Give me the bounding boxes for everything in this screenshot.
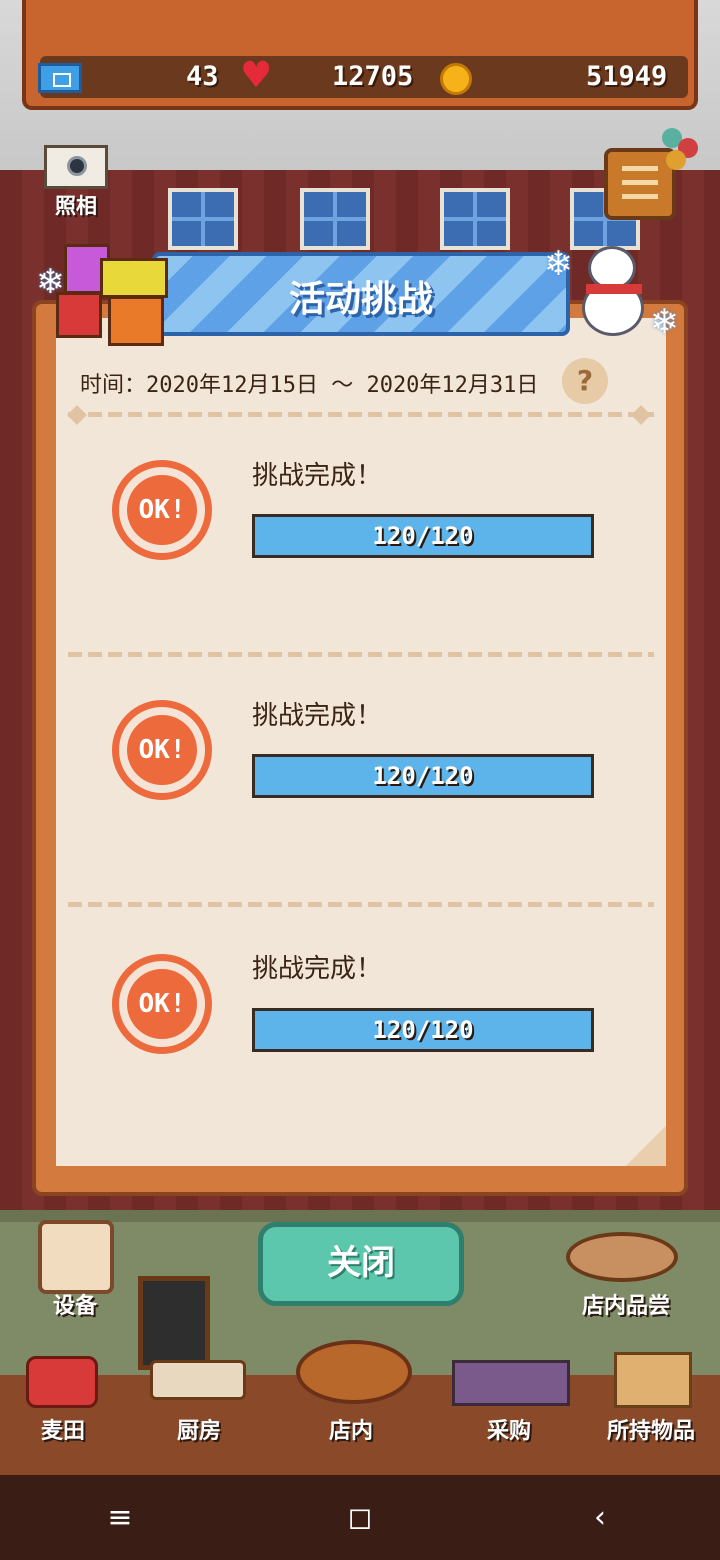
paper-corner-fold <box>626 1126 666 1166</box>
progress-text: 120/120 <box>372 762 474 790</box>
tab-kitchen[interactable]: 厨房 <box>144 1413 254 1445</box>
home-button[interactable]: ◻ <box>320 1500 400 1535</box>
box-icon[interactable] <box>614 1352 692 1408</box>
snowflake-icon: ❄ <box>36 262 65 302</box>
menu-line <box>622 166 658 171</box>
ticket-icon <box>38 63 82 93</box>
shop-window <box>168 188 238 250</box>
heart-count: 12705 <box>332 61 414 92</box>
help-button[interactable]: ? <box>562 358 608 404</box>
gift-box-icon <box>100 258 168 298</box>
system-navigation-bar: ≡ ◻ ‹ <box>0 1475 720 1560</box>
ok-stamp-icon: OK! <box>112 700 212 800</box>
ok-stamp-icon: OK! <box>112 954 212 1054</box>
coin-icon <box>440 63 472 95</box>
coin-count: 51949 <box>586 61 668 92</box>
tab-wheat-field[interactable]: 麦田 <box>8 1413 118 1445</box>
ok-stamp-text: OK! <box>127 475 197 545</box>
camera-button-label[interactable]: 照相 <box>40 190 112 220</box>
camera-icon[interactable] <box>44 145 108 189</box>
resource-hud <box>22 0 698 110</box>
balloons-icon <box>662 128 702 208</box>
tasting-plate-icon[interactable] <box>566 1232 678 1282</box>
close-button[interactable]: 关闭 <box>258 1222 464 1306</box>
snowflake-icon: ❄ <box>544 244 573 284</box>
kitchen-icon[interactable] <box>150 1360 246 1400</box>
menu-line <box>622 194 658 199</box>
event-period: 时间：2020年12月15日 ～ 2020年12月31日 <box>80 373 539 398</box>
snowman-scarf <box>586 284 642 294</box>
challenge-status: 挑战完成！ <box>252 954 383 984</box>
challenge-status: 挑战完成！ <box>252 701 383 731</box>
shelf-icon[interactable] <box>452 1360 570 1406</box>
equipment-icon[interactable] <box>38 1220 114 1294</box>
ok-stamp-text: OK! <box>127 715 197 785</box>
shop-window <box>440 188 510 250</box>
tasting-button-label[interactable]: 店内品尝 <box>566 1288 686 1320</box>
gift-box-icon <box>108 296 164 346</box>
challenge-progress-bar: 120/120 <box>252 1008 594 1052</box>
chalkboard-icon <box>138 1276 210 1370</box>
ticket-count: 43 <box>186 61 219 92</box>
wheat-field-icon[interactable] <box>26 1356 98 1408</box>
divider <box>68 652 654 657</box>
tab-purchase[interactable]: 采购 <box>454 1413 564 1445</box>
shop-window <box>300 188 370 250</box>
dialog-title: 活动挑战 <box>288 279 433 320</box>
divider <box>68 412 654 417</box>
progress-text: 120/120 <box>372 522 474 550</box>
tab-shop-floor[interactable]: 店内 <box>296 1413 406 1445</box>
progress-text: 120/120 <box>372 1016 474 1044</box>
menu-line <box>622 180 658 185</box>
challenge-progress-bar: 120/120 <box>252 514 594 558</box>
recent-apps-button[interactable]: ≡ <box>80 1500 160 1535</box>
divider <box>68 902 654 907</box>
snowflake-icon: ❄ <box>650 302 679 342</box>
ok-stamp-text: OK! <box>127 969 197 1039</box>
ok-stamp-icon: OK! <box>112 460 212 560</box>
heart-icon: ♥ <box>240 55 273 96</box>
bread-basket-icon[interactable] <box>296 1340 412 1404</box>
equipment-button-label[interactable]: 设备 <box>20 1288 130 1320</box>
challenge-status: 挑战完成！ <box>252 461 383 491</box>
tab-inventory[interactable]: 所持物品 <box>596 1413 706 1445</box>
challenge-progress-bar: 120/120 <box>252 754 594 798</box>
back-button[interactable]: ‹ <box>560 1500 640 1535</box>
